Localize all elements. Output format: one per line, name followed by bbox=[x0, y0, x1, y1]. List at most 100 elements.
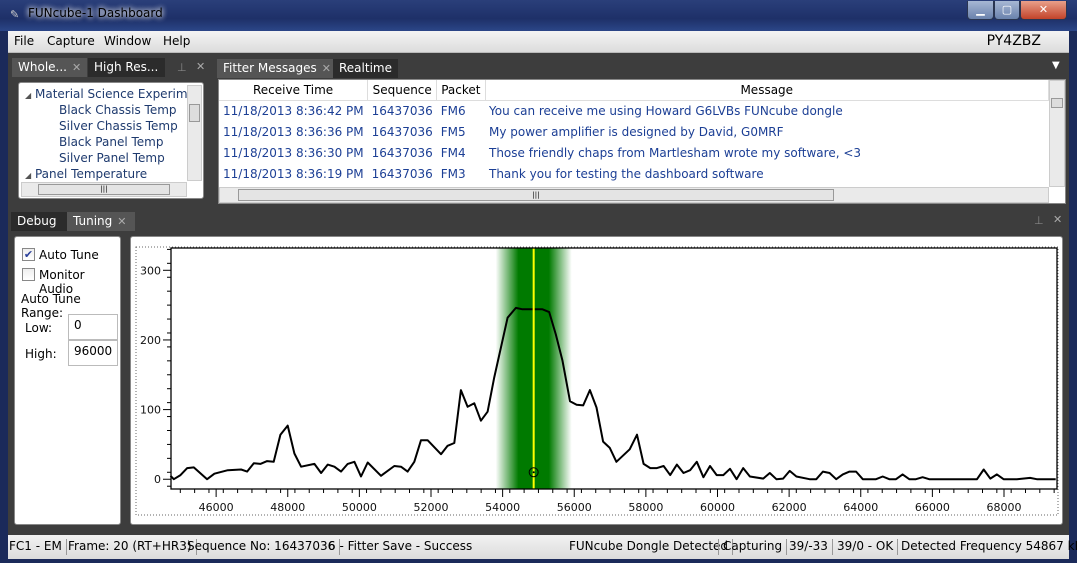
status-save: 6 - Fitter Save - Success bbox=[328, 539, 473, 553]
scroll-thumb[interactable] bbox=[189, 104, 200, 122]
table-row[interactable]: 11/18/2013 8:36:19 PM 16437036 FM3 Thank yo… bbox=[219, 163, 1049, 184]
pin-icon[interactable]: ⊥ bbox=[1034, 214, 1044, 227]
tab-debug[interactable]: Debug bbox=[11, 212, 67, 231]
status-mode: FC1 - EM bbox=[9, 539, 67, 555]
tab-label: Whole... bbox=[18, 60, 67, 74]
low-input[interactable]: 0 bbox=[68, 314, 118, 340]
telemetry-tree: ◢ Material Science Experimen Black Chass… bbox=[18, 82, 204, 199]
status-frame: Frame: 20 (RT+HR3) bbox=[68, 539, 197, 555]
tree-item[interactable]: ◢ Material Science Experimen bbox=[25, 87, 203, 101]
x-tick-label: 56000 bbox=[557, 501, 592, 514]
menu-bar: File Capture Window Help PY4ZBZ bbox=[8, 31, 1069, 53]
close-icon[interactable]: ✕ bbox=[322, 62, 331, 75]
tree-item[interactable]: Silver Panel Temp bbox=[59, 151, 165, 165]
horizontal-scrollbar[interactable]: ||| bbox=[219, 187, 1049, 203]
window-title: FUNcube-1 Dashboard bbox=[28, 6, 163, 20]
tab-label: Debug bbox=[17, 214, 57, 228]
x-tick-label: 50000 bbox=[342, 501, 377, 514]
status-level-1: 39/-33 bbox=[789, 539, 833, 555]
close-icon[interactable]: ✕ bbox=[117, 215, 126, 228]
x-tick-label: 58000 bbox=[628, 501, 663, 514]
vertical-scrollbar[interactable] bbox=[1049, 80, 1065, 187]
x-tick-label: 48000 bbox=[270, 501, 305, 514]
tree-label: Material Science Experimen bbox=[34, 87, 203, 101]
cell-packet: FM3 bbox=[440, 166, 466, 181]
x-tick-label: 46000 bbox=[199, 501, 234, 514]
y-tick-label: 300 bbox=[140, 264, 161, 277]
y-tick-label: 200 bbox=[140, 334, 161, 347]
high-input[interactable]: 96000 bbox=[68, 340, 118, 366]
expand-icon[interactable]: ◢ bbox=[25, 91, 31, 100]
menu-window[interactable]: Window bbox=[104, 34, 151, 48]
status-bar: FC1 - EM Frame: 20 (RT+HR3) Sequence No:… bbox=[8, 535, 1077, 559]
spectrum-panel: 46000 48000 50000 52000 54000 56000 58000 60000… bbox=[130, 236, 1063, 525]
x-tick-label: 52000 bbox=[413, 501, 448, 514]
auto-tune-checkbox[interactable]: ✔ bbox=[22, 248, 35, 261]
pin-icon[interactable]: ⊥ bbox=[177, 61, 187, 74]
status-frequency: Detected Frequency 54867 kHz bbox=[901, 539, 1077, 553]
close-icon[interactable]: ✕ bbox=[1053, 213, 1062, 226]
tab-whole-orbit[interactable]: Whole... ✕ bbox=[12, 58, 88, 77]
auto-tune-label: Auto Tune bbox=[39, 248, 99, 262]
spectrum-line bbox=[169, 306, 1056, 481]
cell-time: 11/18/2013 8:36:42 PM bbox=[223, 103, 364, 118]
table-row[interactable]: 11/18/2013 8:36:42 PM 16437036 FM6 You can … bbox=[219, 100, 1049, 121]
expand-icon[interactable]: ◢ bbox=[25, 171, 31, 180]
menu-file[interactable]: File bbox=[14, 34, 34, 48]
high-label: High: bbox=[25, 347, 57, 361]
menu-help[interactable]: Help bbox=[163, 34, 190, 48]
tab-fitter-messages[interactable]: Fitter Messages ✕ bbox=[217, 59, 337, 78]
tab-label: Realtime bbox=[339, 61, 392, 75]
table-row[interactable]: 11/18/2013 8:36:36 PM 16437036 FM5 My power… bbox=[219, 121, 1049, 142]
tab-high-res[interactable]: High Res... bbox=[88, 58, 165, 77]
column-header-message[interactable]: Message bbox=[485, 80, 1049, 101]
tab-realtime[interactable]: Realtime bbox=[333, 59, 398, 78]
cell-message: My power amplifier is designed by David,… bbox=[489, 124, 784, 139]
x-tick-label: 54000 bbox=[485, 501, 520, 514]
y-tick-label: 100 bbox=[140, 404, 161, 417]
monitor-audio-checkbox[interactable] bbox=[22, 268, 35, 281]
vertical-scrollbar[interactable] bbox=[187, 85, 202, 181]
scroll-thumb[interactable]: ||| bbox=[38, 184, 170, 195]
cell-message: You can receive me using Howard G6LVBs F… bbox=[489, 103, 843, 118]
close-button[interactable]: ✕ bbox=[1020, 1, 1067, 20]
table-row[interactable]: 11/18/2013 8:36:30 PM 16437036 FM4 Those fr… bbox=[219, 142, 1049, 163]
tree-item[interactable]: Black Panel Temp bbox=[59, 135, 163, 149]
dropdown-icon[interactable]: ▼ bbox=[1052, 60, 1060, 71]
cell-packet: FM5 bbox=[440, 124, 466, 139]
tab-label: Fitter Messages bbox=[223, 61, 317, 75]
x-tick-label: 62000 bbox=[772, 501, 807, 514]
tuning-controls: ✔ Auto Tune Monitor Audio Auto Tune Rang… bbox=[14, 236, 121, 525]
x-tick-label: 66000 bbox=[915, 501, 950, 514]
cell-sequence: 16437036 bbox=[371, 166, 433, 181]
cell-sequence: 16437036 bbox=[371, 103, 433, 118]
tree-item[interactable]: Black Chassis Temp bbox=[59, 103, 177, 117]
close-icon[interactable]: ✕ bbox=[72, 61, 81, 74]
cell-sequence: 16437036 bbox=[371, 145, 433, 160]
scroll-thumb[interactable] bbox=[1051, 98, 1063, 108]
horizontal-scrollbar[interactable]: ||| bbox=[21, 182, 187, 197]
column-header-sequence[interactable]: Sequence bbox=[367, 80, 438, 101]
app-icon: ✎ bbox=[10, 8, 20, 21]
tab-tuning[interactable]: Tuning ✕ bbox=[67, 212, 135, 231]
low-label: Low: bbox=[25, 321, 53, 335]
cell-sequence: 16437036 bbox=[371, 124, 433, 139]
menu-capture[interactable]: Capture bbox=[47, 34, 95, 48]
spectrum-chart[interactable]: 46000 48000 50000 52000 54000 56000 58000 60000… bbox=[131, 237, 1062, 524]
y-tick-label: 0 bbox=[154, 473, 161, 486]
tab-label: Tuning bbox=[73, 214, 113, 228]
cell-packet: FM4 bbox=[440, 145, 466, 160]
x-tick-label: 64000 bbox=[843, 501, 878, 514]
cell-packet: FM6 bbox=[440, 103, 466, 118]
scroll-thumb[interactable]: ||| bbox=[238, 189, 834, 201]
column-header-receive-time[interactable]: Receive Time bbox=[219, 80, 369, 101]
title-bar: ✎ FUNcube-1 Dashboard ▁ ▢ ✕ bbox=[0, 0, 1077, 31]
maximize-button[interactable]: ▢ bbox=[994, 1, 1020, 20]
tree-item[interactable]: ◢ Panel Temperature bbox=[25, 167, 147, 181]
minimize-button[interactable]: ▁ bbox=[967, 1, 994, 20]
cell-time: 11/18/2013 8:36:30 PM bbox=[223, 145, 364, 160]
status-capturing: Capturing bbox=[718, 539, 788, 555]
close-icon[interactable]: ✕ bbox=[196, 60, 205, 73]
column-header-packet[interactable]: Packet bbox=[436, 80, 486, 101]
tree-item[interactable]: Silver Chassis Temp bbox=[59, 119, 178, 133]
